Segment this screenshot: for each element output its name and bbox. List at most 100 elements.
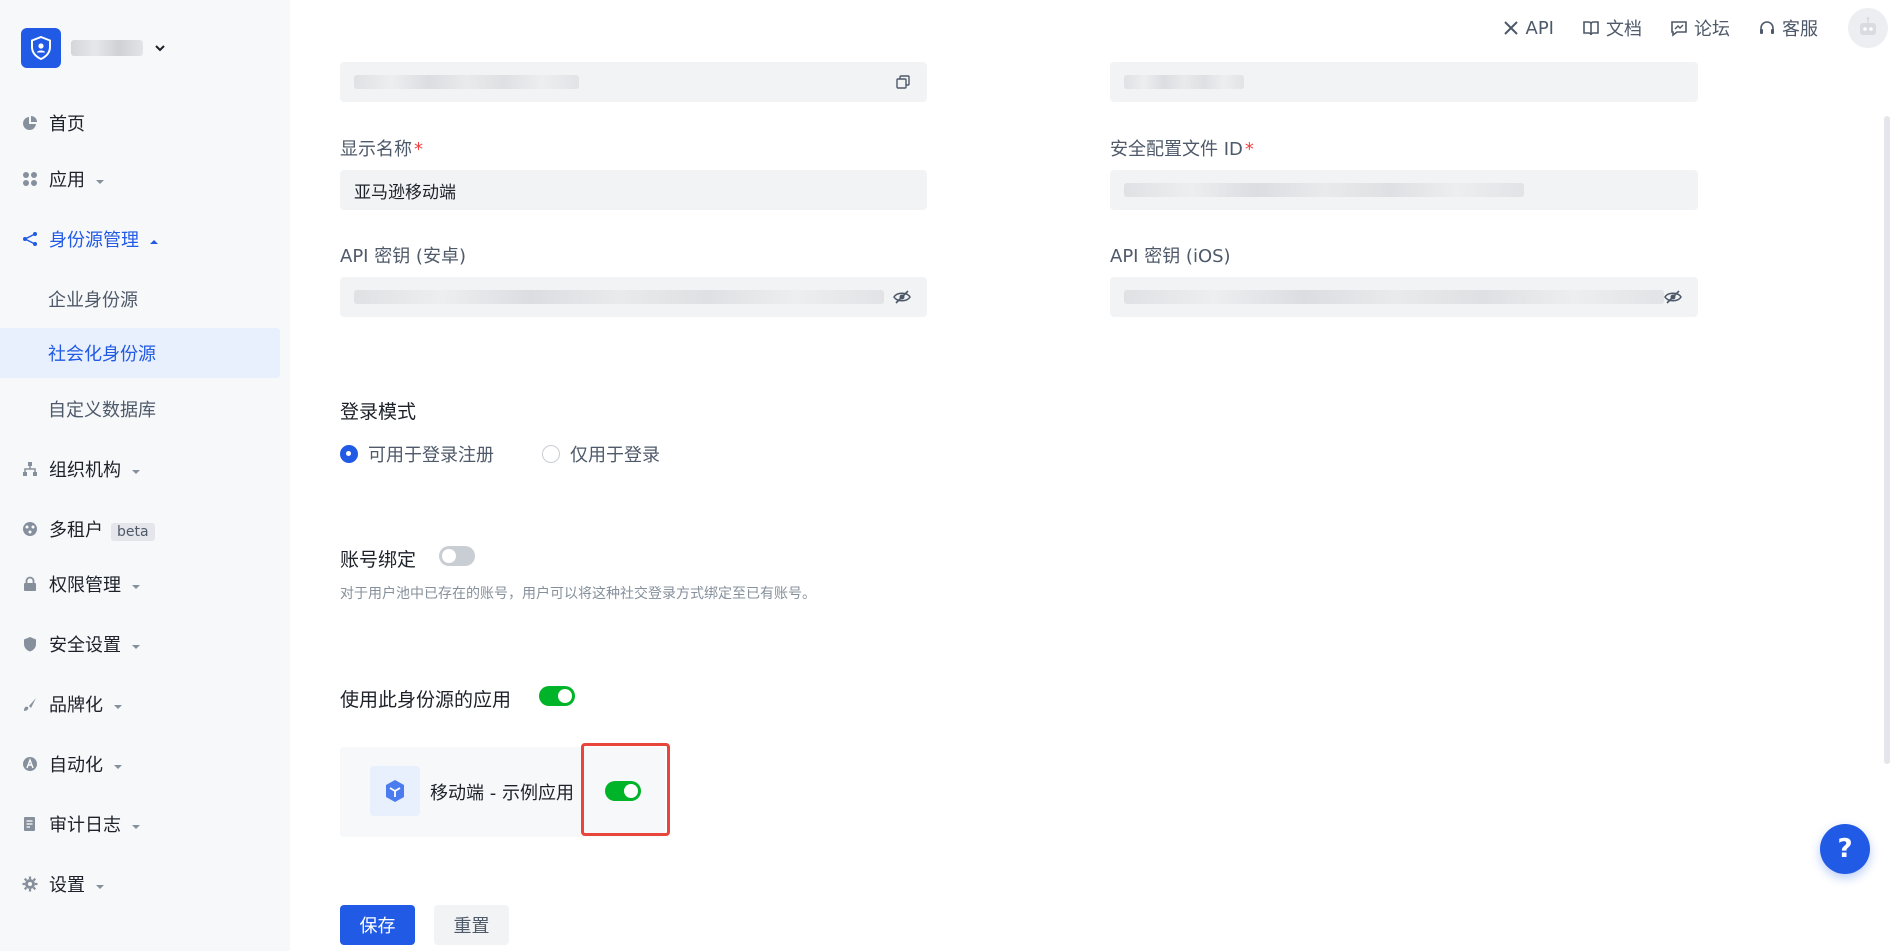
api-key-android-input[interactable] bbox=[340, 277, 927, 317]
sidebar-subitem-label: 社会化身份源 bbox=[48, 344, 156, 365]
sidebar-item-label: 自动化 bbox=[49, 755, 103, 776]
eye-off-icon[interactable] bbox=[1664, 289, 1682, 305]
sidebar-item-automation[interactable]: 自动化 bbox=[0, 738, 290, 790]
sidebar-item-label: 身份源管理 bbox=[49, 230, 139, 251]
sidebar-item-label: 安全设置 bbox=[49, 635, 121, 656]
support-link-label: 客服 bbox=[1782, 19, 1818, 40]
caret-up-icon bbox=[150, 240, 158, 244]
sidebar-item-home[interactable]: 首页 bbox=[0, 97, 290, 149]
api-key-android-label: API 密钥 (安卓) bbox=[340, 246, 466, 267]
lock-icon bbox=[24, 576, 36, 591]
logo-shield-icon bbox=[21, 28, 61, 68]
redacted-value bbox=[1124, 183, 1524, 197]
app-enable-toggle[interactable] bbox=[605, 781, 641, 801]
radio-unchecked-icon[interactable] bbox=[542, 445, 560, 463]
apps-all-toggle[interactable] bbox=[539, 686, 575, 706]
docs-link[interactable]: 文档 bbox=[1582, 15, 1642, 41]
chevron-down-icon bbox=[155, 45, 165, 52]
scrollbar[interactable] bbox=[1880, 56, 1892, 951]
sidebar-subitem-social[interactable]: 社会化身份源 bbox=[0, 328, 280, 378]
caret-down-icon bbox=[132, 825, 140, 829]
help-button[interactable]: ? bbox=[1820, 824, 1870, 874]
sidebar-item-label: 应用 bbox=[49, 170, 85, 191]
sidebar-item-apps[interactable]: 应用 bbox=[0, 153, 290, 205]
radio-label: 可用于登录注册 bbox=[368, 445, 494, 466]
caret-down-icon bbox=[132, 470, 140, 474]
sidebar-item-org[interactable]: 组织机构 bbox=[0, 443, 290, 495]
tools-icon bbox=[1503, 21, 1518, 35]
save-button[interactable]: 保存 bbox=[340, 905, 415, 945]
display-name-input[interactable]: 亚马逊移动端 bbox=[340, 170, 927, 210]
login-mode-option-signup[interactable]: 可用于登录注册 bbox=[340, 441, 494, 467]
app-id-field[interactable] bbox=[340, 62, 927, 102]
radio-label: 仅用于登录 bbox=[570, 445, 660, 466]
brush-icon bbox=[24, 698, 36, 711]
sidebar-item-permissions[interactable]: 权限管理 bbox=[0, 558, 290, 610]
caret-down-icon bbox=[132, 645, 140, 649]
sidebar-item-label: 多租户 bbox=[49, 520, 103, 541]
client-id-field[interactable] bbox=[1110, 62, 1698, 102]
required-mark: * bbox=[414, 139, 423, 160]
sidebar-item-label: 组织机构 bbox=[49, 460, 121, 481]
redacted-value bbox=[1124, 75, 1244, 89]
sidebar-subitem-custom-db[interactable]: 自定义数据库 bbox=[0, 384, 280, 434]
book-icon bbox=[1583, 21, 1599, 36]
sidebar-item-multitenant[interactable]: 多租户 beta bbox=[0, 503, 290, 555]
forum-link[interactable]: 论坛 bbox=[1670, 15, 1730, 41]
sidebar-item-label: 审计日志 bbox=[49, 815, 121, 836]
robot-avatar-icon[interactable] bbox=[1848, 8, 1888, 48]
forum-link-label: 论坛 bbox=[1694, 19, 1730, 40]
toggle-knob bbox=[624, 784, 638, 798]
share-icon bbox=[23, 232, 37, 246]
sidebar-item-identity-sources[interactable]: 身份源管理 bbox=[0, 213, 290, 265]
caret-down-icon bbox=[96, 885, 104, 889]
pie-chart-icon bbox=[23, 116, 37, 130]
sidebar-item-settings[interactable]: 设置 bbox=[0, 858, 290, 910]
headset-icon bbox=[1760, 21, 1774, 34]
sidebar-subitem-enterprise[interactable]: 企业身份源 bbox=[0, 274, 280, 324]
sidebar-item-security[interactable]: 安全设置 bbox=[0, 618, 290, 670]
sidebar-item-label: 设置 bbox=[49, 875, 85, 896]
caret-down-icon bbox=[96, 180, 104, 184]
automation-icon bbox=[23, 757, 37, 771]
scrollbar-thumb[interactable] bbox=[1884, 116, 1890, 764]
app-cube-icon bbox=[370, 766, 420, 816]
top-links-bar: API 文档 论坛 客服 bbox=[1474, 0, 1892, 56]
sidebar-item-label: 首页 bbox=[49, 114, 85, 135]
docs-link-label: 文档 bbox=[1606, 19, 1642, 40]
apps-icon bbox=[23, 172, 37, 186]
api-link[interactable]: API bbox=[1502, 18, 1554, 39]
app-name: 移动端 - 示例应用 bbox=[430, 783, 574, 804]
redacted-value bbox=[354, 75, 579, 89]
gear-icon bbox=[22, 876, 38, 892]
redacted-value bbox=[354, 290, 884, 304]
reset-button[interactable]: 重置 bbox=[434, 905, 509, 945]
copy-icon[interactable] bbox=[895, 74, 911, 90]
login-mode-option-login-only[interactable]: 仅用于登录 bbox=[542, 441, 660, 467]
caret-down-icon bbox=[114, 765, 122, 769]
sidebar: 首页 应用 身份源管理 企业身份源 社会化身份源 自定义数据库 组织机构 多租户… bbox=[0, 0, 290, 951]
tenant-switcher[interactable] bbox=[21, 28, 167, 68]
sidebar-subitem-label: 自定义数据库 bbox=[48, 400, 156, 421]
beta-badge: beta bbox=[111, 523, 155, 541]
eye-off-icon[interactable] bbox=[893, 289, 911, 305]
toggle-knob bbox=[558, 689, 572, 703]
account-binding-title: 账号绑定 bbox=[340, 549, 417, 571]
api-key-ios-input[interactable] bbox=[1110, 277, 1698, 317]
account-binding-hint: 对于用户池中已存在的账号，用户可以将这种社交登录方式绑定至已有账号。 bbox=[340, 586, 816, 602]
security-profile-input[interactable] bbox=[1110, 170, 1698, 210]
caret-down-icon bbox=[114, 705, 122, 709]
caret-down-icon bbox=[132, 585, 140, 589]
display-name-value: 亚马逊移动端 bbox=[354, 182, 456, 203]
tenant-name-redacted bbox=[71, 40, 143, 56]
security-profile-label: 安全配置文件 ID * bbox=[1110, 139, 1254, 160]
sidebar-item-label: 品牌化 bbox=[49, 695, 103, 716]
support-link[interactable]: 客服 bbox=[1758, 15, 1818, 41]
sidebar-item-branding[interactable]: 品牌化 bbox=[0, 678, 290, 730]
tenant-icon bbox=[23, 522, 37, 536]
radio-checked-icon[interactable] bbox=[340, 445, 358, 463]
api-key-ios-label: API 密钥 (iOS) bbox=[1110, 246, 1231, 267]
sidebar-item-audit-log[interactable]: 审计日志 bbox=[0, 798, 290, 850]
account-binding-toggle[interactable] bbox=[439, 546, 475, 566]
required-mark: * bbox=[1244, 139, 1254, 160]
